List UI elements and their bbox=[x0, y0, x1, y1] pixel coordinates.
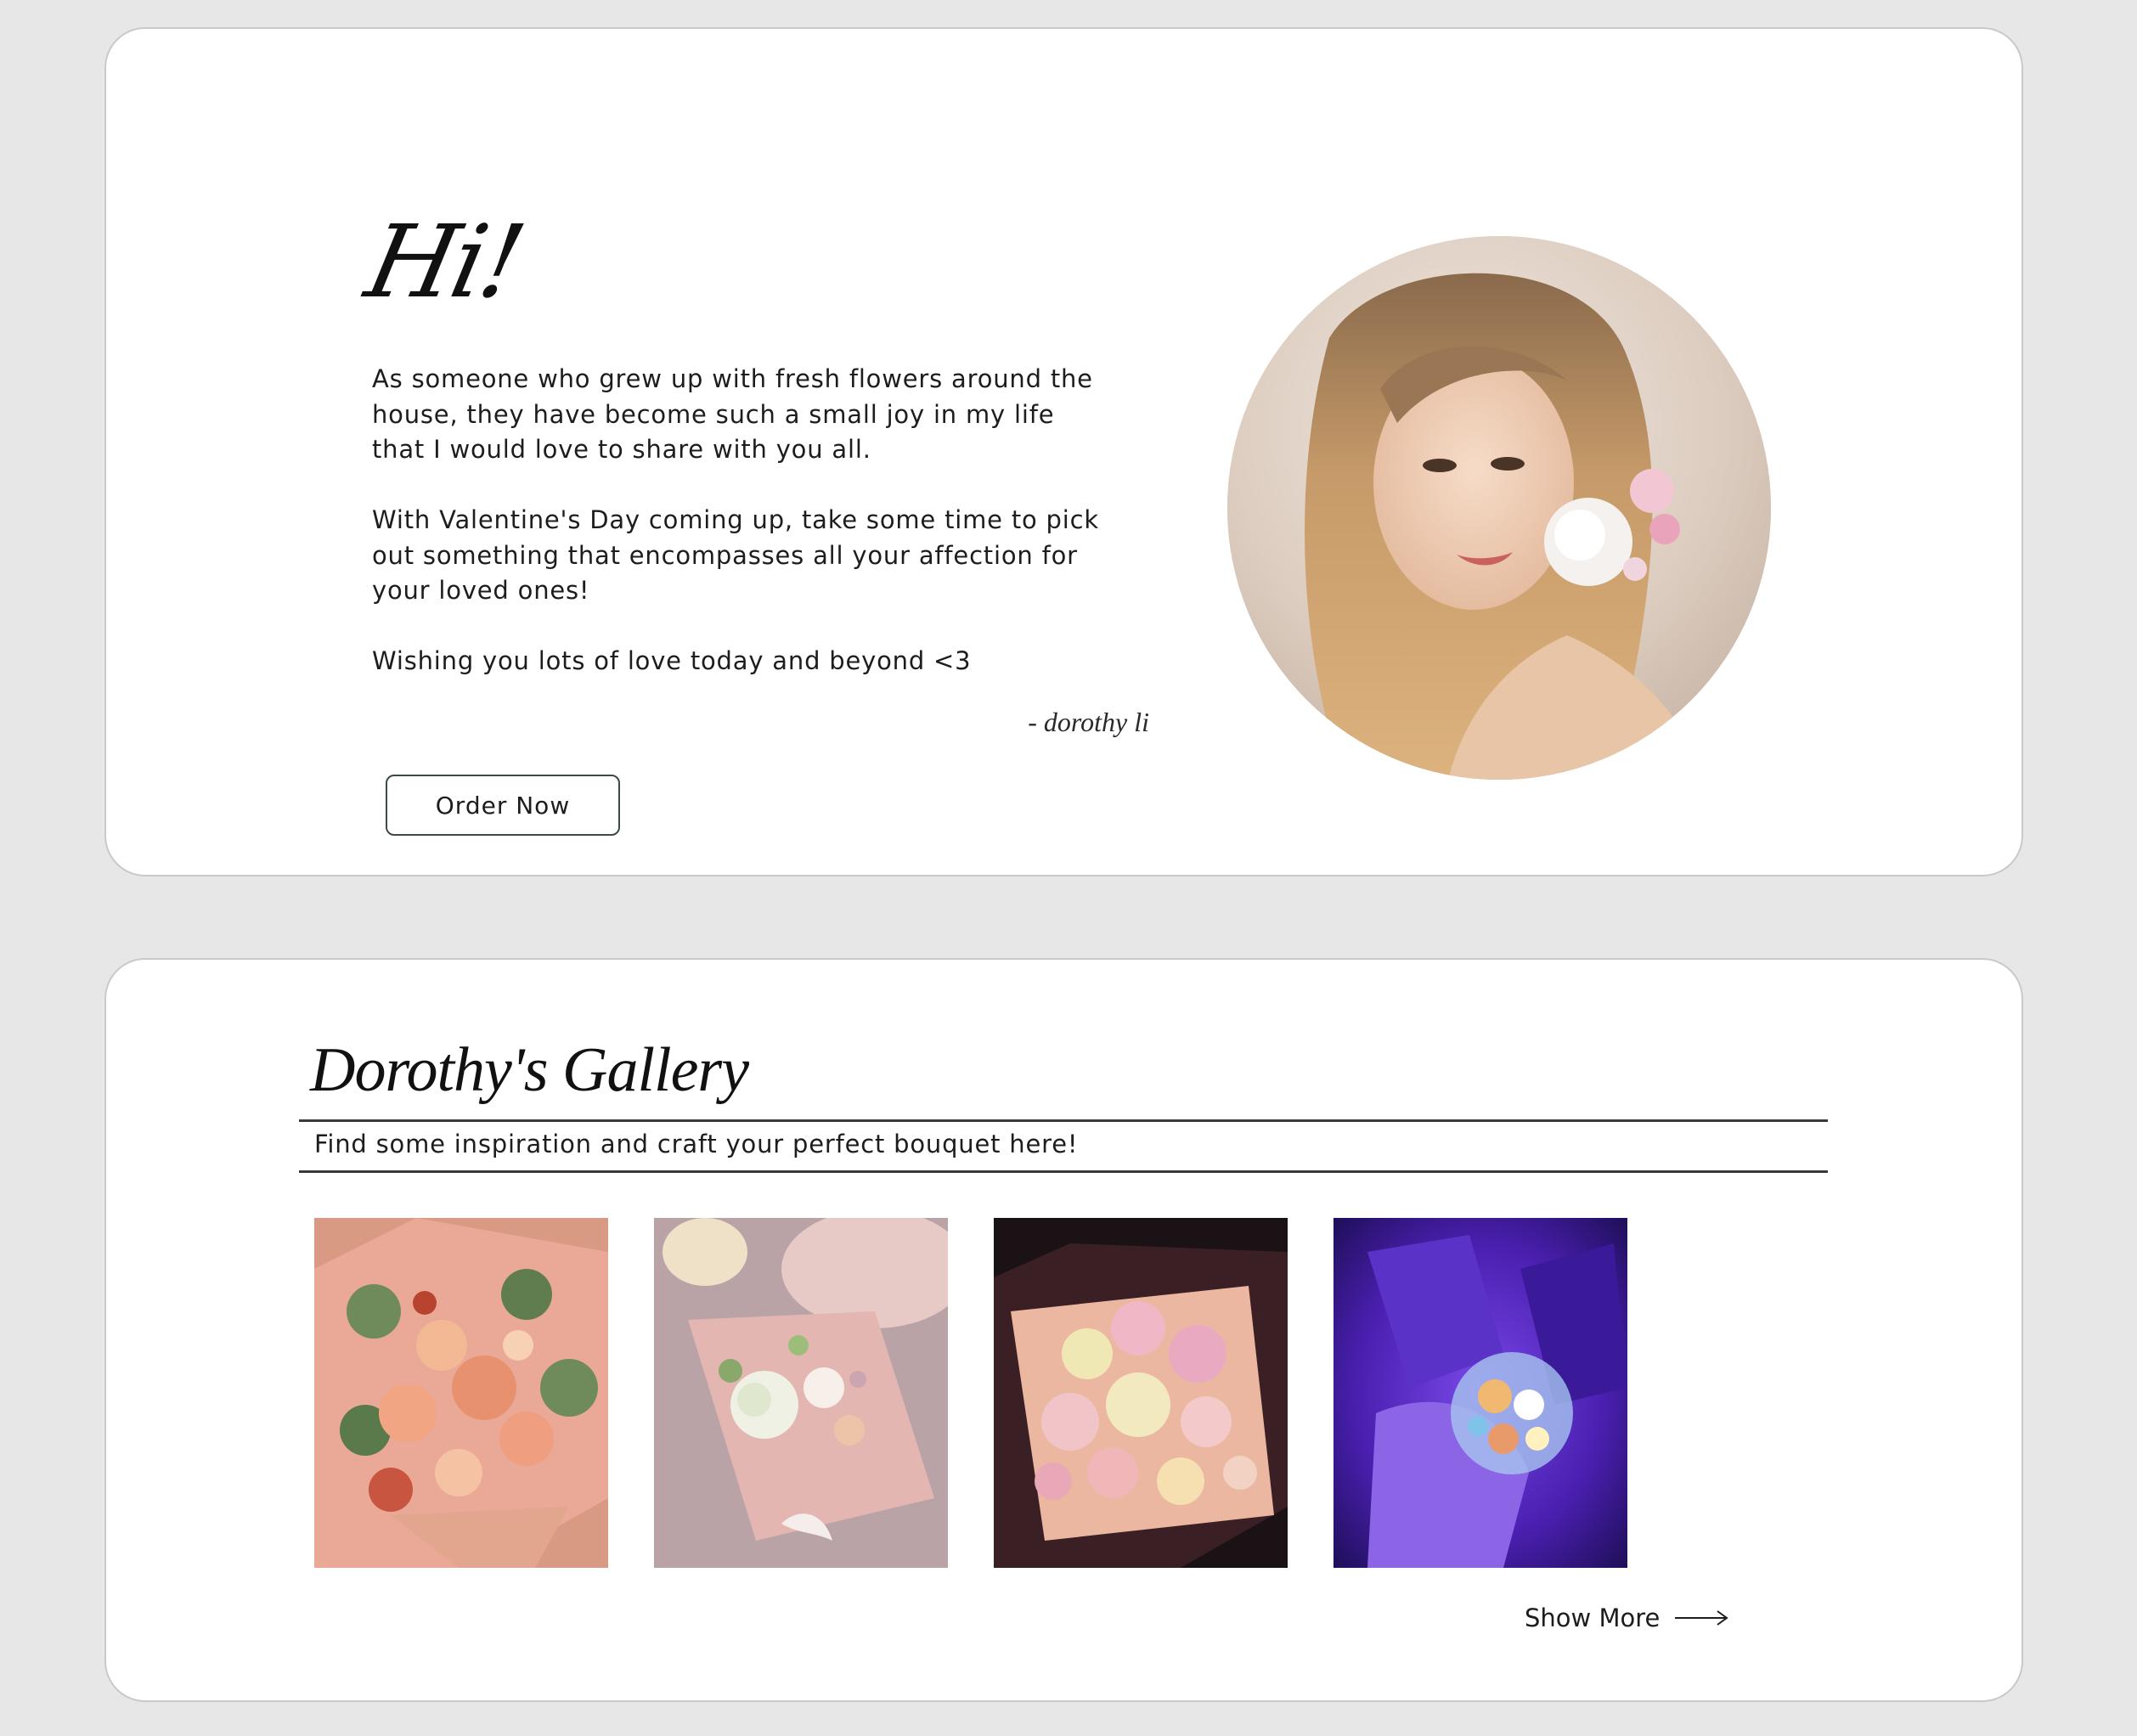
gallery-card: Dorothy's Gallery Find some inspiration … bbox=[104, 958, 2023, 1702]
intro-paragraph: Wishing you lots of love today and beyon… bbox=[372, 646, 972, 675]
intro-paragraph: As someone who grew up with fresh flower… bbox=[372, 364, 1093, 464]
show-more-label: Show More bbox=[1525, 1604, 1661, 1632]
gallery-photo[interactable] bbox=[1334, 1218, 1627, 1568]
about-card: Hi! As someone who grew up with fresh fl… bbox=[104, 27, 2023, 876]
gallery-photo[interactable] bbox=[994, 1218, 1288, 1568]
intro-paragraph: With Valentine's Day coming up, take som… bbox=[372, 505, 1099, 605]
greeting-heading: Hi! bbox=[357, 203, 532, 320]
intro-text: As someone who grew up with fresh flower… bbox=[372, 362, 1102, 679]
gallery-subtitle: Find some inspiration and craft your per… bbox=[314, 1130, 1079, 1158]
top-divider bbox=[299, 1119, 1828, 1122]
bouquet-photo-3 bbox=[994, 1218, 1288, 1568]
portrait-photo bbox=[1227, 236, 1771, 780]
bouquet-photo-1 bbox=[314, 1218, 608, 1568]
gallery-title: Dorothy's Gallery bbox=[310, 1035, 749, 1105]
show-more-link[interactable]: Show More bbox=[1525, 1604, 1729, 1632]
bouquet-photo-4 bbox=[1334, 1218, 1627, 1568]
order-now-button[interactable]: Order Now bbox=[386, 775, 620, 836]
arrow-right-icon bbox=[1675, 1610, 1729, 1626]
signature: - dorothy li bbox=[1028, 707, 1149, 737]
gallery-photo[interactable] bbox=[314, 1218, 608, 1568]
portrait-illustration bbox=[1227, 236, 1771, 780]
bouquet-photo-2 bbox=[654, 1218, 948, 1568]
gallery-photo[interactable] bbox=[654, 1218, 948, 1568]
bottom-divider bbox=[299, 1170, 1828, 1173]
